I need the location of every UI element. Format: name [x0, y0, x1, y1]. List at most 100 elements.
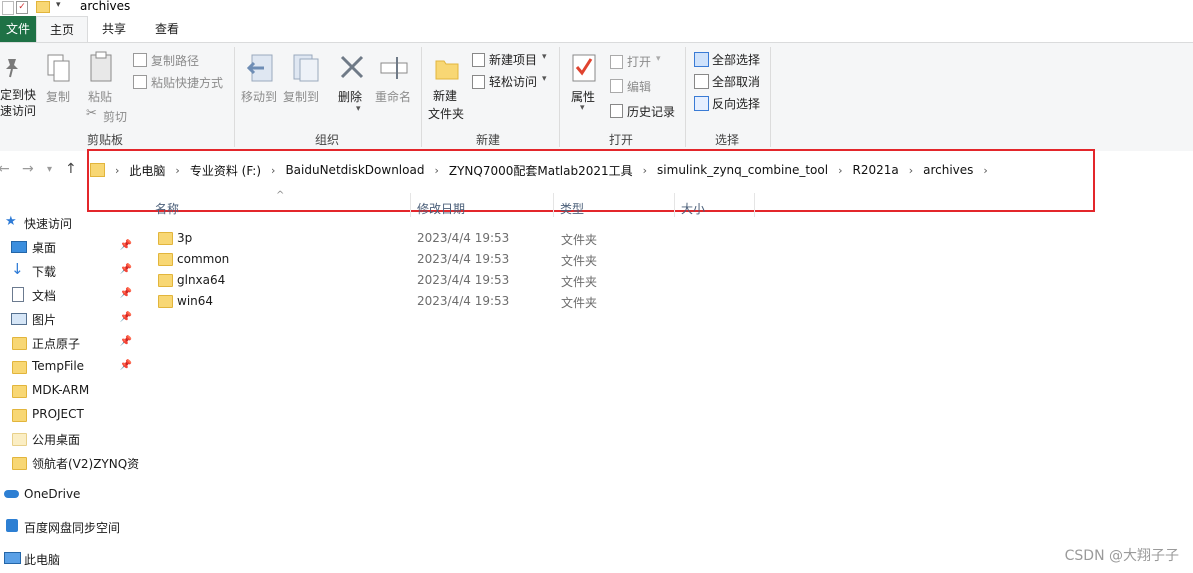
- folder-icon: [158, 274, 173, 287]
- file-date: 2023/4/4 19:53: [417, 231, 510, 245]
- star-icon: ★: [5, 214, 17, 229]
- new-folder-label-bottom[interactable]: 文件夹: [428, 105, 464, 122]
- paste-shortcut-button[interactable]: 粘贴快捷方式: [151, 74, 223, 91]
- nav-item-folder[interactable]: PROJECT: [0, 404, 140, 426]
- quick-access-dropdown-icon[interactable]: ▾: [56, 0, 61, 10]
- copy-to-button[interactable]: 复制到: [283, 88, 319, 105]
- nav-label: 文档: [32, 289, 57, 303]
- select-all-button[interactable]: 全部选择: [712, 51, 760, 68]
- new-folder-icon: [435, 60, 459, 80]
- column-name[interactable]: 名称: [155, 200, 179, 217]
- nav-item-downloads[interactable]: ↓ 下载 📌: [0, 260, 140, 282]
- edit-button[interactable]: 编辑: [627, 78, 651, 95]
- open-button[interactable]: 打开: [627, 53, 651, 70]
- tab-home[interactable]: 主页: [36, 16, 88, 43]
- nav-baidu-sync[interactable]: 百度网盘同步空间: [0, 516, 140, 538]
- copy-path-button[interactable]: 复制路径: [151, 52, 199, 69]
- nav-quick-access[interactable]: ★ 快速访问: [0, 212, 140, 234]
- delete-button[interactable]: 删除: [338, 88, 362, 105]
- file-type: 文件夹: [561, 296, 598, 310]
- back-arrow-icon[interactable]: ←: [0, 161, 10, 177]
- document-icon: [12, 287, 24, 302]
- nav-item-folder[interactable]: TempFile 📌: [0, 356, 140, 378]
- folder-icon: [158, 232, 173, 245]
- paste-button[interactable]: 粘贴: [88, 88, 112, 105]
- copy-button[interactable]: 复制: [46, 88, 70, 105]
- group-label-organize: 组织: [314, 133, 339, 147]
- forward-arrow-icon[interactable]: →: [22, 161, 34, 177]
- column-divider[interactable]: [410, 193, 411, 217]
- list-item[interactable]: win64 2023/4/4 19:53 文件夹: [150, 291, 670, 312]
- column-type[interactable]: 类型: [560, 200, 584, 217]
- baidu-netdisk-icon: [6, 519, 18, 532]
- recent-locations-chevron-icon[interactable]: ▾: [47, 164, 52, 175]
- nav-item-folder[interactable]: 公用桌面: [0, 428, 140, 450]
- up-arrow-icon[interactable]: ↑: [65, 161, 77, 177]
- nav-item-folder[interactable]: 正点原子 📌: [0, 332, 140, 354]
- nav-item-desktop[interactable]: 桌面 📌: [0, 236, 140, 258]
- column-divider[interactable]: [553, 193, 554, 217]
- nav-item-folder[interactable]: 领航者(V2)ZYNQ资: [0, 452, 140, 474]
- checkmark-icon[interactable]: ✓: [16, 1, 28, 14]
- select-none-button[interactable]: 全部取消: [712, 73, 760, 90]
- nav-item-documents[interactable]: 文档 📌: [0, 284, 140, 306]
- nav-onedrive[interactable]: OneDrive: [0, 484, 140, 506]
- properties-dropdown-icon[interactable]: ▾: [580, 103, 585, 113]
- easy-access-dropdown-icon[interactable]: ▾: [542, 74, 547, 84]
- sort-ascending-icon: ^: [276, 190, 285, 201]
- easy-access-button[interactable]: 轻松访问: [489, 73, 537, 90]
- pin-icon[interactable]: 📌: [120, 264, 132, 275]
- new-item-button[interactable]: 新建项目: [489, 51, 537, 68]
- cut-button[interactable]: 剪切: [103, 108, 127, 125]
- new-item-dropdown-icon[interactable]: ▾: [542, 52, 547, 62]
- group-label-open: 打开: [608, 133, 633, 147]
- group-label-clipboard: 剪贴板: [86, 133, 123, 147]
- nav-this-pc[interactable]: 此电脑: [0, 548, 140, 570]
- column-divider[interactable]: [754, 193, 755, 217]
- app-icon: [2, 1, 14, 15]
- ribbon: 定到快 速访问 复制 粘贴 复制路径 粘贴快捷方式 ✂ 剪切 剪贴板 移动到 复…: [0, 42, 1193, 152]
- pin-to-quick-access-button[interactable]: 定到快 速访问: [0, 87, 36, 119]
- rename-icon: [380, 57, 408, 79]
- pin-icon[interactable]: 📌: [120, 360, 132, 371]
- nav-item-pictures[interactable]: 图片 📌: [0, 308, 140, 330]
- file-type: 文件夹: [561, 233, 598, 247]
- folder-icon[interactable]: [36, 1, 50, 13]
- open-dropdown-icon[interactable]: ▾: [656, 54, 661, 64]
- paste-shortcut-icon: [133, 75, 147, 89]
- nav-label: 领航者(V2)ZYNQ资: [32, 457, 140, 471]
- nav-label: PROJECT: [32, 407, 84, 421]
- ribbon-divider: [685, 47, 686, 147]
- paste-icon: [90, 51, 112, 82]
- column-divider[interactable]: [674, 193, 675, 217]
- pin-icon[interactable]: 📌: [120, 312, 132, 323]
- nav-label: 快速访问: [24, 217, 73, 231]
- pin-icon[interactable]: 📌: [120, 288, 132, 299]
- folder-icon: [12, 457, 27, 470]
- tab-file[interactable]: 文件: [0, 16, 36, 42]
- select-none-icon: [694, 74, 709, 89]
- column-date[interactable]: 修改日期: [417, 200, 465, 217]
- nav-item-folder[interactable]: MDK-ARM: [0, 380, 140, 402]
- group-label-select: 选择: [714, 133, 739, 147]
- tab-view[interactable]: 查看: [142, 16, 192, 42]
- select-all-icon: [694, 52, 709, 67]
- delete-dropdown-icon[interactable]: ▾: [356, 104, 361, 114]
- file-type: 文件夹: [561, 275, 598, 289]
- invert-selection-button[interactable]: 反向选择: [712, 95, 760, 112]
- rename-button[interactable]: 重命名: [375, 88, 411, 105]
- folder-icon: [12, 361, 27, 374]
- pin-icon[interactable]: 📌: [120, 336, 132, 347]
- file-name: common: [177, 252, 230, 266]
- column-size[interactable]: 大小: [681, 200, 705, 217]
- move-to-button[interactable]: 移动到: [241, 88, 277, 105]
- computer-icon: [4, 552, 21, 564]
- list-item[interactable]: common 2023/4/4 19:53 文件夹: [150, 249, 670, 270]
- list-item[interactable]: glnxa64 2023/4/4 19:53 文件夹: [150, 270, 670, 291]
- pin-icon[interactable]: 📌: [120, 240, 132, 251]
- tab-share[interactable]: 共享: [90, 16, 138, 42]
- nav-label: 百度网盘同步空间: [24, 521, 121, 535]
- history-button[interactable]: 历史记录: [627, 103, 675, 120]
- new-folder-label-top[interactable]: 新建: [433, 87, 457, 104]
- list-item[interactable]: 3p 2023/4/4 19:53 文件夹: [150, 228, 670, 249]
